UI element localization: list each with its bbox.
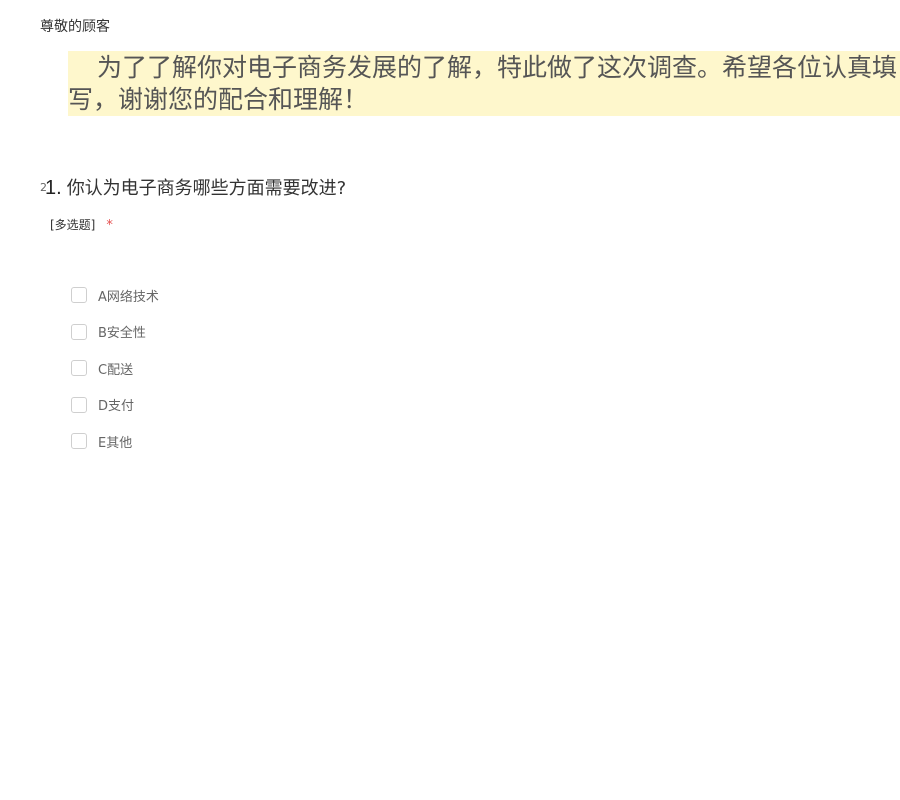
option-label[interactable]: D支付 <box>98 395 134 414</box>
intro-paragraph: 为了了解你对电子商务发展的了解，特此做了这次调查。希望各位认真填写，谢谢您的配合… <box>68 51 900 116</box>
required-marker: * <box>106 218 113 233</box>
option-label[interactable]: A网络技术 <box>98 286 159 305</box>
question-marker: 2 <box>40 181 47 194</box>
option-c[interactable]: C配送 <box>71 359 159 378</box>
question-type: [多选题] * <box>50 216 113 233</box>
checkbox-icon[interactable] <box>71 396 87 413</box>
options-list: A网络技术 B安全性 C配送 D支付 E其他 <box>71 286 159 469</box>
checkbox-icon[interactable] <box>71 323 87 340</box>
question-type-label: [多选题] <box>50 218 96 232</box>
checkbox-icon[interactable] <box>71 433 87 449</box>
option-d[interactable]: D支付 <box>71 396 159 414</box>
option-b[interactable]: B安全性 <box>71 323 159 341</box>
question-title: 你认为电子商务哪些方面需要改进? <box>66 178 347 199</box>
greeting-text: 尊敬的顾客 <box>40 19 110 35</box>
option-label[interactable]: C配送 <box>98 359 133 378</box>
option-label[interactable]: E其他 <box>98 432 132 451</box>
question-number: 1. <box>45 177 62 199</box>
option-label[interactable]: B安全性 <box>98 322 146 341</box>
question-header: 21. 你认为电子商务哪些方面需要改进? <box>40 174 346 200</box>
checkbox-icon[interactable] <box>71 287 87 303</box>
survey-page: 尊敬的顾客 为了了解你对电子商务发展的了解，特此做了这次调查。希望各位认真填写，… <box>0 0 900 800</box>
checkbox-icon[interactable] <box>71 360 87 376</box>
option-e[interactable]: E其他 <box>71 432 159 451</box>
option-a[interactable]: A网络技术 <box>71 286 159 305</box>
